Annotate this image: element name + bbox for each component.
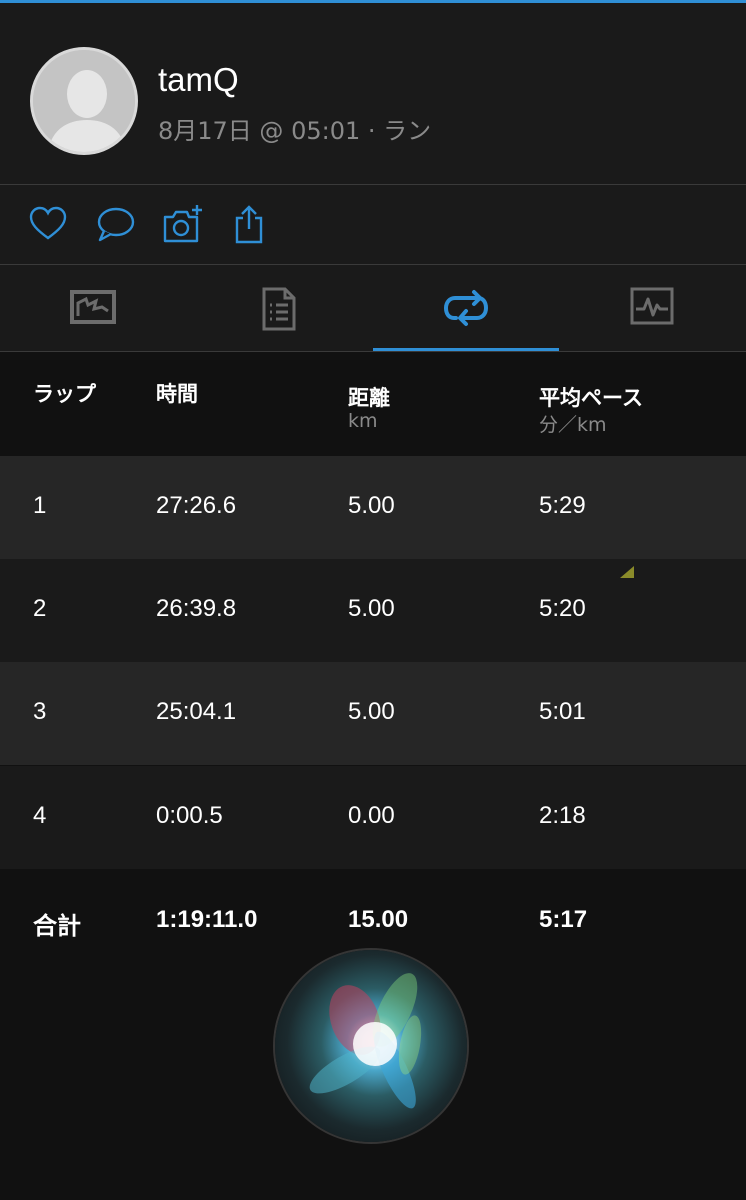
lap-pace: 5:29 <box>539 492 586 519</box>
lap-pace: 2:18 <box>539 802 586 829</box>
username[interactable]: tamQ <box>158 61 239 99</box>
map-icon <box>70 290 116 324</box>
laps-icon <box>443 290 489 326</box>
tab-overview[interactable] <box>0 265 186 352</box>
lap-time: 27:26.6 <box>156 492 237 519</box>
column-header-time: 時間 <box>156 382 198 406</box>
lap-distance: 5.00 <box>348 595 395 622</box>
lap-time: 26:39.8 <box>156 595 237 622</box>
table-row[interactable]: 2 26:39.8 5.00 5:20 <box>0 559 746 662</box>
decorative-leaf-artifact <box>620 566 634 578</box>
laps-table-header: ラップ 時間 距離 km 平均ペース 分／km <box>0 352 746 456</box>
share-icon <box>235 205 263 244</box>
activity-header: tamQ 8月17日 @ 05:01 · ラン <box>0 3 746 184</box>
avatar[interactable] <box>30 47 138 155</box>
table-row[interactable]: 3 25:04.1 5.00 5:01 <box>0 662 746 765</box>
tab-laps[interactable] <box>373 265 559 352</box>
total-label: 合計 <box>33 913 81 940</box>
siri-icon <box>309 973 422 1109</box>
lap-number: 1 <box>33 492 47 519</box>
lap-distance: 5.00 <box>348 698 395 725</box>
total-distance: 15.00 <box>348 906 409 933</box>
total-time: 1:19:11.0 <box>156 906 258 933</box>
table-row[interactable]: 4 0:00.5 0.00 2:18 <box>0 766 746 869</box>
default-user-icon <box>33 50 135 152</box>
siri-orb[interactable] <box>275 950 467 1142</box>
heart-icon <box>29 206 67 240</box>
lap-distance: 0.00 <box>348 802 395 829</box>
add-photo-icon <box>163 205 202 243</box>
column-unit-pace: 分／km <box>539 414 607 436</box>
lap-pace: 5:20 <box>539 595 586 622</box>
tab-details[interactable] <box>186 265 372 352</box>
column-header-lap: ラップ <box>33 382 96 406</box>
lap-time: 0:00.5 <box>156 802 223 829</box>
comment-button[interactable] <box>95 203 137 245</box>
lap-number: 3 <box>33 698 47 725</box>
lap-time: 25:04.1 <box>156 698 237 725</box>
tab-stats[interactable] <box>559 265 745 352</box>
document-icon <box>262 287 296 331</box>
lap-number: 2 <box>33 595 47 622</box>
action-bar <box>0 185 746 264</box>
table-row[interactable]: 1 27:26.6 5.00 5:29 <box>0 456 746 559</box>
column-header-distance: 距離 <box>348 386 390 410</box>
activity-datetime: 8月17日 @ 05:01 · ラン <box>158 117 432 145</box>
chart-icon <box>630 287 674 325</box>
lap-number: 4 <box>33 802 47 829</box>
column-header-pace: 平均ペース <box>539 386 643 410</box>
tab-bar <box>0 265 746 352</box>
lap-pace: 5:01 <box>539 698 586 725</box>
column-unit-distance: km <box>348 410 378 432</box>
add-photo-button[interactable] <box>161 203 203 245</box>
lap-distance: 5.00 <box>348 492 395 519</box>
total-pace: 5:17 <box>539 906 588 933</box>
comment-icon <box>97 207 135 242</box>
share-button[interactable] <box>228 203 270 245</box>
like-button[interactable] <box>27 203 69 245</box>
